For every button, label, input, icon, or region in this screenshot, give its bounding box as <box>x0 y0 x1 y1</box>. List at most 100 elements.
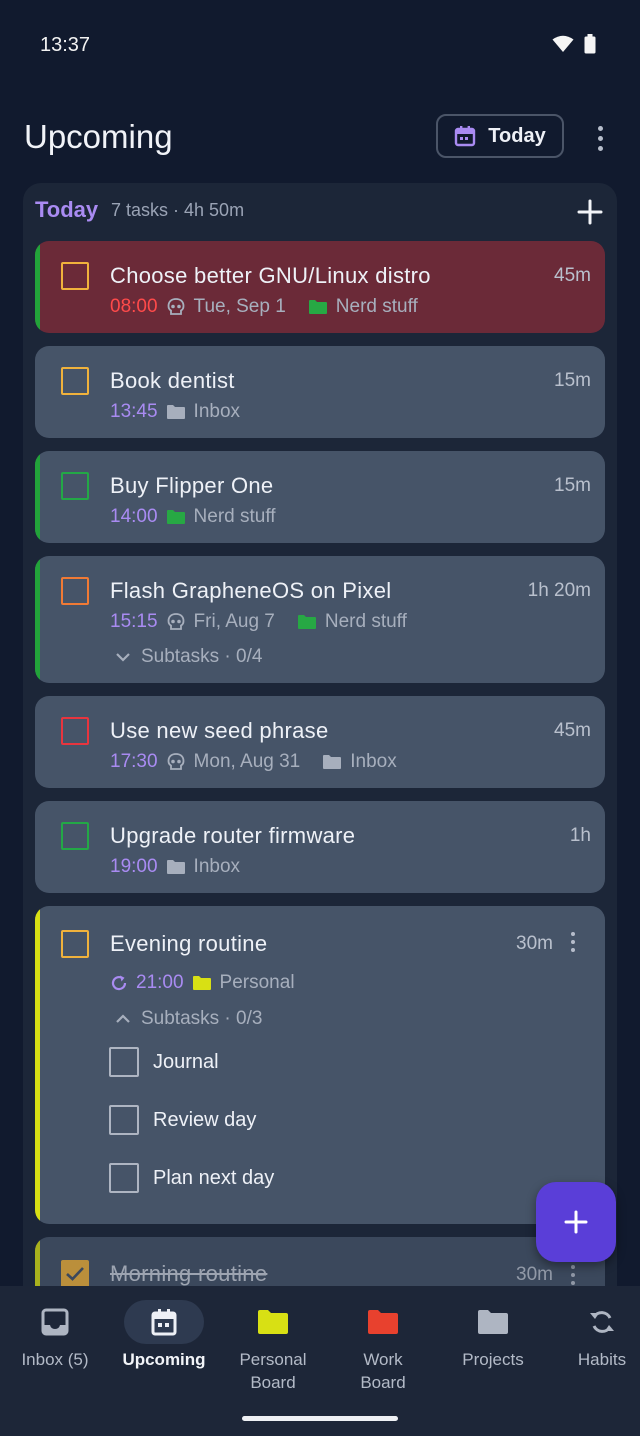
plus-icon <box>564 1210 588 1234</box>
task-duration: 30m <box>516 933 553 954</box>
today-section: Today 7 tasks · 4h 50m Choose better GNU… <box>23 183 617 1293</box>
add-task-icon[interactable] <box>577 199 603 225</box>
task-folder: Inbox <box>350 751 397 772</box>
task-meta: 21:00 Personal <box>110 972 295 994</box>
task-meta: 13:45 Inbox <box>110 401 240 423</box>
task-checkbox[interactable] <box>61 822 89 850</box>
section-title: Today <box>35 197 99 222</box>
today-button-label: Today <box>488 124 546 147</box>
nav-label: Personal Board <box>239 1350 307 1392</box>
task-checkbox[interactable] <box>61 262 89 290</box>
task-card[interactable]: Upgrade router firmware 1h 19:00 Inbox <box>35 801 605 893</box>
nav-label: Upcoming <box>122 1350 206 1369</box>
app-header: Upcoming Today <box>0 110 640 166</box>
task-card[interactable]: Morning routine 30m <box>35 1237 605 1293</box>
task-duration: 15m <box>554 370 591 391</box>
task-duration: 45m <box>554 720 591 741</box>
subtask-checkbox[interactable] <box>109 1163 139 1193</box>
task-time: 21:00 <box>136 972 184 993</box>
chevron-up-icon <box>116 1014 130 1023</box>
folder-icon <box>308 300 327 314</box>
subtask-checkbox[interactable] <box>109 1105 139 1135</box>
subtask-item[interactable]: Review day <box>109 1105 256 1135</box>
task-folder: Personal <box>219 972 295 993</box>
task-meta: 19:00 Inbox <box>110 856 240 878</box>
task-folder: Nerd stuff <box>324 611 407 632</box>
task-title: Buy Flipper One <box>110 473 274 498</box>
task-checkbox[interactable] <box>61 367 89 395</box>
status-time: 13:37 <box>40 34 91 56</box>
task-meta: 17:30 Mon, Aug 31 Inbox <box>110 751 397 773</box>
deadline-skull-icon <box>167 298 184 315</box>
bottom-navigation: Inbox (5) Upcoming Personal Board Work B… <box>0 1286 640 1436</box>
more-options-icon[interactable] <box>586 118 614 158</box>
check-icon <box>66 1267 84 1281</box>
nav-label: Habits <box>577 1350 627 1369</box>
subtasks-toggle[interactable]: Subtasks · 0/4 <box>115 646 262 668</box>
task-meta: 08:00 Tue, Sep 1 Nerd stuff <box>110 296 418 318</box>
deadline-skull-icon <box>167 613 184 630</box>
folder-icon <box>166 510 185 524</box>
folder-icon <box>192 976 211 990</box>
task-time: 13:45 <box>110 401 158 422</box>
folder-icon <box>478 1310 508 1334</box>
status-bar: 13:37 <box>0 0 640 90</box>
nav-label: Projects <box>462 1350 524 1369</box>
subtask-item[interactable]: Plan next day <box>109 1163 274 1193</box>
folder-icon <box>258 1310 288 1334</box>
task-time: 19:00 <box>110 856 158 877</box>
home-indicator[interactable] <box>242 1416 398 1421</box>
wifi-icon <box>552 35 574 52</box>
section-header: Today 7 tasks · 4h 50m <box>35 197 605 227</box>
task-time: 14:00 <box>110 506 158 527</box>
task-checkbox-checked[interactable] <box>61 1260 89 1288</box>
subtasks-toggle[interactable]: Subtasks · 0/3 <box>115 1008 262 1030</box>
subtask-item[interactable]: Journal <box>109 1047 219 1077</box>
folder-icon <box>323 755 342 769</box>
add-task-fab[interactable] <box>536 1182 616 1262</box>
page-title: Upcoming <box>24 118 173 155</box>
task-checkbox[interactable] <box>61 717 89 745</box>
task-meta: 14:00 Nerd stuff <box>110 506 276 528</box>
battery-icon <box>584 34 596 54</box>
task-title: Use new seed phrase <box>110 718 329 743</box>
deadline-skull-icon <box>167 753 184 770</box>
task-title: Morning routine <box>110 1261 268 1286</box>
task-card[interactable]: Use new seed phrase 45m 17:30 Mon, Aug 3… <box>35 696 605 788</box>
section-summary: 7 tasks · 4h 50m <box>111 200 245 220</box>
folder-icon <box>166 860 185 874</box>
task-card[interactable]: Buy Flipper One 15m 14:00 Nerd stuff <box>35 451 605 543</box>
chevron-down-icon <box>116 653 130 662</box>
task-time: 08:00 <box>110 296 158 317</box>
subtask-checkbox[interactable] <box>109 1047 139 1077</box>
task-time: 17:30 <box>110 751 158 772</box>
task-card[interactable]: Flash GrapheneOS on Pixel 1h 20m 15:15 F… <box>35 556 605 683</box>
task-duration: 15m <box>554 475 591 496</box>
task-card[interactable]: Evening routine 30m 21:00 Personal Subta… <box>35 906 605 1224</box>
task-card[interactable]: Choose better GNU/Linux distro 45m 08:00… <box>35 241 605 333</box>
calendar-icon <box>151 1309 177 1336</box>
task-deadline: Fri, Aug 7 <box>193 611 275 632</box>
task-meta: 15:15 Fri, Aug 7 Nerd stuff <box>110 611 407 633</box>
task-deadline: Mon, Aug 31 <box>193 751 301 772</box>
task-duration: 1h <box>569 825 591 846</box>
task-checkbox[interactable] <box>61 930 89 958</box>
task-time: 15:15 <box>110 611 158 632</box>
task-duration: 45m <box>554 265 591 286</box>
nav-label: Inbox (5) <box>21 1350 89 1369</box>
task-duration: 1h 20m <box>527 580 591 601</box>
task-more-icon[interactable] <box>571 1265 575 1285</box>
task-more-icon[interactable] <box>571 932 575 952</box>
folder-icon <box>166 405 185 419</box>
task-card[interactable]: Book dentist 15m 13:45 Inbox <box>35 346 605 438</box>
task-deadline: Tue, Sep 1 <box>193 296 286 317</box>
task-folder: Inbox <box>193 401 241 422</box>
task-checkbox[interactable] <box>61 472 89 500</box>
task-title: Evening routine <box>110 931 268 956</box>
folder-icon <box>368 1310 398 1334</box>
task-checkbox[interactable] <box>61 577 89 605</box>
task-duration: 30m <box>516 1264 553 1285</box>
today-button[interactable]: Today <box>436 114 564 158</box>
folder-icon <box>297 615 316 629</box>
nav-label: Work Board <box>360 1350 406 1392</box>
